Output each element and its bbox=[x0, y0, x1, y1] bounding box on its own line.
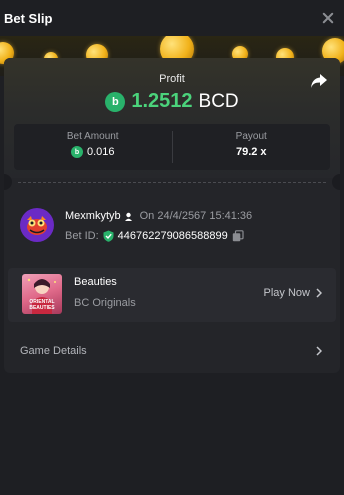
play-now-button[interactable]: Play Now bbox=[264, 287, 322, 299]
profit-currency: BCD bbox=[198, 90, 239, 112]
bet-time: On 24/4/2567 15:41:36 bbox=[139, 210, 253, 222]
user-name-row: Mexmkytyb On 24/4/2567 15:41:36 bbox=[65, 210, 252, 222]
game-name: Beauties bbox=[74, 276, 117, 288]
game-details-row[interactable]: Game Details bbox=[8, 336, 336, 366]
bet-id-value: 446762279086588899 bbox=[117, 230, 228, 242]
bet-amount-value-row: b 0.016 bbox=[14, 146, 172, 158]
modal-header: Bet Slip bbox=[0, 0, 344, 36]
profit-label: Profit bbox=[159, 73, 185, 85]
bet-amount-value: 0.016 bbox=[86, 146, 115, 158]
profit-value-row: b 1.2512 BCD bbox=[4, 90, 340, 113]
user-info: Mexmkytyb On 24/4/2567 15:41:36 Bet ID: … bbox=[20, 208, 330, 248]
close-icon[interactable] bbox=[320, 10, 336, 26]
copy-icon[interactable] bbox=[232, 230, 244, 242]
bet-amount-stat: Bet Amount b 0.016 bbox=[14, 124, 172, 170]
payout-label: Payout bbox=[235, 131, 267, 142]
dashed-divider bbox=[18, 182, 326, 183]
modal-title: Bet Slip bbox=[4, 10, 53, 26]
bet-slip-modal: Bet Slip Profit b 1.2512 BCD Bet Amount bbox=[0, 0, 344, 495]
payout-stat: Payout 79.2 x bbox=[171, 131, 331, 163]
chevron-right-icon bbox=[316, 346, 322, 356]
game-provider: BC Originals bbox=[74, 297, 136, 309]
avatar[interactable] bbox=[20, 208, 54, 242]
verified-shield-icon bbox=[103, 230, 114, 242]
game-thumbnail[interactable]: ORIENTAL BEAUTIES bbox=[22, 274, 62, 314]
bcd-coin-icon: b bbox=[70, 146, 83, 158]
chevron-right-icon bbox=[316, 288, 322, 298]
bet-amount-label: Bet Amount bbox=[66, 131, 119, 142]
profit-section: Profit b 1.2512 BCD Bet Amount b 0.016 P… bbox=[4, 58, 340, 178]
avatar-monster-icon bbox=[27, 216, 47, 235]
stats-box: Bet Amount b 0.016 Payout 79.2 x bbox=[14, 124, 330, 170]
bet-card: Profit b 1.2512 BCD Bet Amount b 0.016 P… bbox=[4, 58, 340, 373]
share-icon[interactable] bbox=[310, 73, 328, 89]
bet-id-label: Bet ID: bbox=[65, 230, 99, 242]
bcd-coin-icon: b bbox=[105, 91, 126, 112]
bet-id-row: Bet ID: 446762279086588899 bbox=[65, 230, 244, 242]
ticket-notch-right bbox=[332, 174, 340, 190]
profit-amount: 1.2512 bbox=[131, 90, 193, 112]
game-details-label: Game Details bbox=[20, 345, 87, 357]
user-name[interactable]: Mexmkytyb bbox=[65, 210, 121, 222]
user-badge-icon bbox=[124, 212, 132, 221]
game-row[interactable]: ORIENTAL BEAUTIES Beauties BC Originals … bbox=[8, 268, 336, 322]
payout-value: 79.2 x bbox=[235, 146, 267, 158]
payout-value-row: 79.2 x bbox=[173, 146, 331, 158]
game-thumb-caption: ORIENTAL BEAUTIES bbox=[29, 299, 55, 311]
play-now-label: Play Now bbox=[263, 287, 310, 299]
